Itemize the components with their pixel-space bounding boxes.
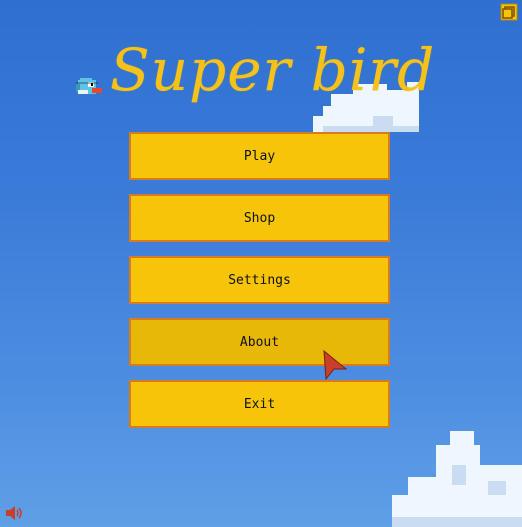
- play-button[interactable]: Play: [129, 132, 390, 180]
- game-screen: Super bird Play Shop Settings About Exit: [0, 0, 522, 527]
- fullscreen-icon[interactable]: [500, 3, 518, 21]
- about-button[interactable]: About: [129, 318, 390, 366]
- game-title: Super bird: [110, 36, 436, 104]
- speaker-icon[interactable]: [4, 504, 24, 522]
- settings-button[interactable]: Settings: [129, 256, 390, 304]
- exit-button[interactable]: Exit: [129, 380, 390, 428]
- shop-button[interactable]: Shop: [129, 194, 390, 242]
- cursor-pointer-icon: [323, 349, 348, 381]
- bird-icon: [76, 78, 102, 94]
- cloud-decoration: [392, 431, 522, 527]
